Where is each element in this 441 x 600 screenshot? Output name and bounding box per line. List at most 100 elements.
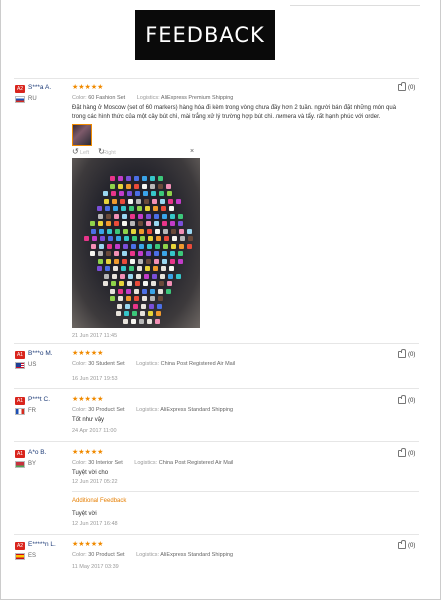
marker-cap — [160, 198, 165, 204]
buyer-level-badge: A1 — [15, 450, 25, 458]
buyer-level-badge: A1 — [15, 397, 25, 405]
marker-cap — [167, 191, 173, 196]
marker-cap — [127, 191, 133, 196]
color-value: 30 Product Set — [88, 552, 125, 558]
marker-cap — [160, 206, 166, 211]
marker-set-photo — [72, 158, 200, 328]
logistics-label: Logistics: — [136, 407, 160, 413]
marker-cap — [91, 243, 97, 249]
marker-cap — [187, 228, 193, 234]
marker-cap — [170, 221, 176, 226]
marker-cap — [128, 266, 134, 271]
marker-cap — [147, 243, 153, 249]
rating-stars: ★★★★★ — [72, 84, 104, 91]
helpful-button[interactable]: (0) — [398, 82, 416, 92]
helpful-count: (0) — [408, 398, 416, 405]
review-text-line: trong các hình thức của một cây bút chì,… — [72, 114, 381, 120]
review-date: 12 Jun 2017 05:22 — [72, 479, 118, 485]
marker-cap — [168, 206, 174, 211]
marker-cap — [125, 176, 131, 181]
photo-viewer: ↺ Left ↻ Right × — [70, 147, 202, 328]
marker-cap — [122, 221, 128, 226]
logistics-value: AliExpress Standard Shipping — [160, 407, 234, 413]
marker-cap — [153, 258, 159, 264]
reviewer-country: US — [28, 362, 37, 368]
marker-cap — [106, 251, 112, 256]
marker-cap — [105, 213, 111, 219]
marker-cap — [84, 236, 89, 241]
rating-stars: ★★★★★ — [72, 396, 104, 403]
marker-cap — [113, 258, 119, 264]
reviewer-name[interactable]: A*o B. — [28, 449, 46, 456]
marker-cap — [98, 251, 104, 256]
marker-cap — [176, 273, 181, 279]
marker-cap — [153, 213, 159, 219]
rotate-left-icon[interactable]: ↺ — [72, 147, 79, 156]
additional-feedback-divider — [72, 491, 419, 492]
marker-cap — [134, 183, 140, 189]
helpful-button[interactable]: (0) — [398, 540, 415, 549]
review-photo-thumbnail[interactable] — [72, 124, 92, 146]
marker-cap — [124, 311, 129, 316]
marker-cap — [154, 221, 160, 226]
marker-cap — [118, 183, 124, 189]
reviewer-name[interactable]: E*****n L. — [28, 541, 56, 548]
marker-cap — [112, 266, 118, 271]
marker-cap — [128, 273, 133, 279]
color-value: 30 Interior Set — [88, 460, 123, 466]
helpful-count: (0) — [408, 85, 416, 92]
marker-cap — [161, 258, 167, 264]
marker-cap — [121, 213, 127, 219]
review-meta: Color: 30 Student Set Logistics: China P… — [72, 361, 417, 367]
marker-cap — [107, 228, 113, 234]
review-text: Tuyệt vời cho — [72, 470, 109, 476]
reviewer-name[interactable]: S***a A. — [28, 84, 51, 91]
review-meta: Color: 30 Interior Set Logistics: China … — [72, 460, 417, 466]
rating-stars: ★★★★★ — [72, 449, 104, 456]
reviewer-name[interactable]: P***t C. — [28, 396, 50, 403]
marker-cap — [99, 243, 105, 249]
review-content: ★★★★★ Color: 30 Student Set Logistics: C… — [72, 350, 417, 382]
marker-cap — [108, 236, 113, 241]
color-value: 30 Product Set — [88, 407, 125, 413]
helpful-button[interactable]: (0) — [398, 349, 415, 358]
marker-cap — [176, 198, 181, 204]
rotate-right-label[interactable]: Right — [103, 150, 116, 156]
marker-cap — [126, 288, 132, 294]
marker-cap — [135, 191, 141, 196]
marker-cap — [132, 303, 138, 309]
marker-cap — [144, 266, 150, 271]
marker-cap — [116, 303, 122, 309]
helpful-button[interactable]: (0) — [398, 395, 416, 405]
review-content: ★★★★★ Color: 30 Product Set Logistics: A… — [72, 396, 417, 434]
review-divider — [14, 388, 419, 389]
marker-cap — [171, 243, 177, 249]
marker-cap — [112, 198, 117, 204]
logistics-label: Logistics: — [136, 361, 160, 367]
marker-cap — [114, 251, 120, 256]
marker-cap — [148, 311, 153, 316]
review-date: 24 Apr 2017 11:00 — [72, 428, 117, 434]
marker-cap — [163, 228, 169, 234]
marker-cap — [128, 198, 133, 204]
marker-cap — [170, 251, 176, 256]
marker-cap — [159, 191, 165, 196]
belarus-flag-icon — [15, 461, 25, 468]
rotate-left-label[interactable]: Left — [80, 150, 89, 156]
marker-cap — [141, 296, 147, 301]
thumbs-up-icon — [398, 540, 406, 549]
marker-cap — [144, 273, 149, 279]
helpful-count: (0) — [408, 451, 416, 458]
marker-cap — [168, 198, 173, 204]
marker-cap — [131, 228, 137, 234]
marker-cap — [106, 221, 112, 226]
reviewer-name[interactable]: B***o M. — [28, 350, 53, 357]
helpful-button[interactable]: (0) — [398, 448, 416, 458]
marker-cap — [121, 258, 127, 264]
marker-cap — [146, 221, 152, 226]
marker-cap — [139, 228, 145, 234]
marker-cap — [149, 176, 155, 181]
marker-cap — [133, 296, 139, 301]
close-icon[interactable]: × — [190, 148, 194, 155]
marker-cap — [138, 251, 144, 256]
